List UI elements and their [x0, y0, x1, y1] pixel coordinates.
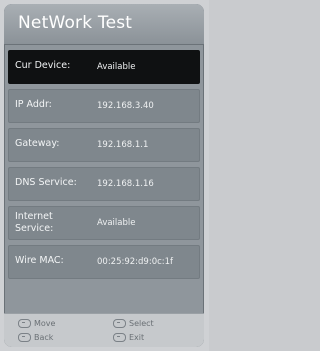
- exit-hint: Exit: [113, 333, 144, 342]
- row-value: Available: [97, 218, 136, 228]
- select-key-icon: [113, 319, 126, 328]
- select-hint: Select: [113, 319, 154, 328]
- exit-key-icon: [113, 333, 126, 342]
- page-title: NetWork Test: [18, 13, 133, 33]
- move-hint: Move: [18, 319, 55, 328]
- row-label: DNS Service:: [15, 177, 77, 188]
- network-test-panel: NetWork Test Cur Device: Available IP Ad…: [4, 4, 204, 347]
- move-key-icon: [18, 319, 31, 328]
- back-hint: Back: [18, 333, 53, 342]
- move-label: Move: [34, 319, 56, 328]
- row-value: 192.168.1.16: [97, 179, 154, 189]
- row-value: 192.168.1.1: [97, 140, 149, 150]
- row-value: 00:25:92:d9:0c:1f: [97, 257, 174, 267]
- exit-label: Exit: [129, 333, 145, 342]
- row-label: Wire MAC:: [15, 255, 64, 266]
- row-value: Available: [97, 62, 136, 72]
- row-label: Gateway:: [15, 138, 60, 149]
- row-internet-service[interactable]: Internet Service: Available: [8, 206, 200, 240]
- row-value: 192.168.3.40: [97, 101, 154, 111]
- row-wire-mac[interactable]: Wire MAC: 00:25:92:d9:0c:1f: [8, 245, 200, 279]
- row-cur-device[interactable]: Cur Device: Available: [8, 50, 200, 84]
- row-label: Internet Service:: [15, 211, 54, 234]
- row-label: IP Addr:: [15, 99, 52, 110]
- row-dns-service[interactable]: DNS Service: 192.168.1.16: [8, 167, 200, 201]
- row-label: Cur Device:: [15, 60, 71, 71]
- footer-hints: Move Select Back Exit: [4, 313, 204, 347]
- title-bar: NetWork Test: [4, 4, 204, 45]
- back-key-icon: [18, 333, 31, 342]
- info-list: Cur Device: Available IP Addr: 192.168.3…: [8, 50, 200, 284]
- back-label: Back: [34, 333, 54, 342]
- row-ip-addr[interactable]: IP Addr: 192.168.3.40: [8, 89, 200, 123]
- screen: NetWork Test Cur Device: Available IP Ad…: [0, 0, 209, 351]
- select-label: Select: [129, 319, 154, 328]
- row-gateway[interactable]: Gateway: 192.168.1.1: [8, 128, 200, 162]
